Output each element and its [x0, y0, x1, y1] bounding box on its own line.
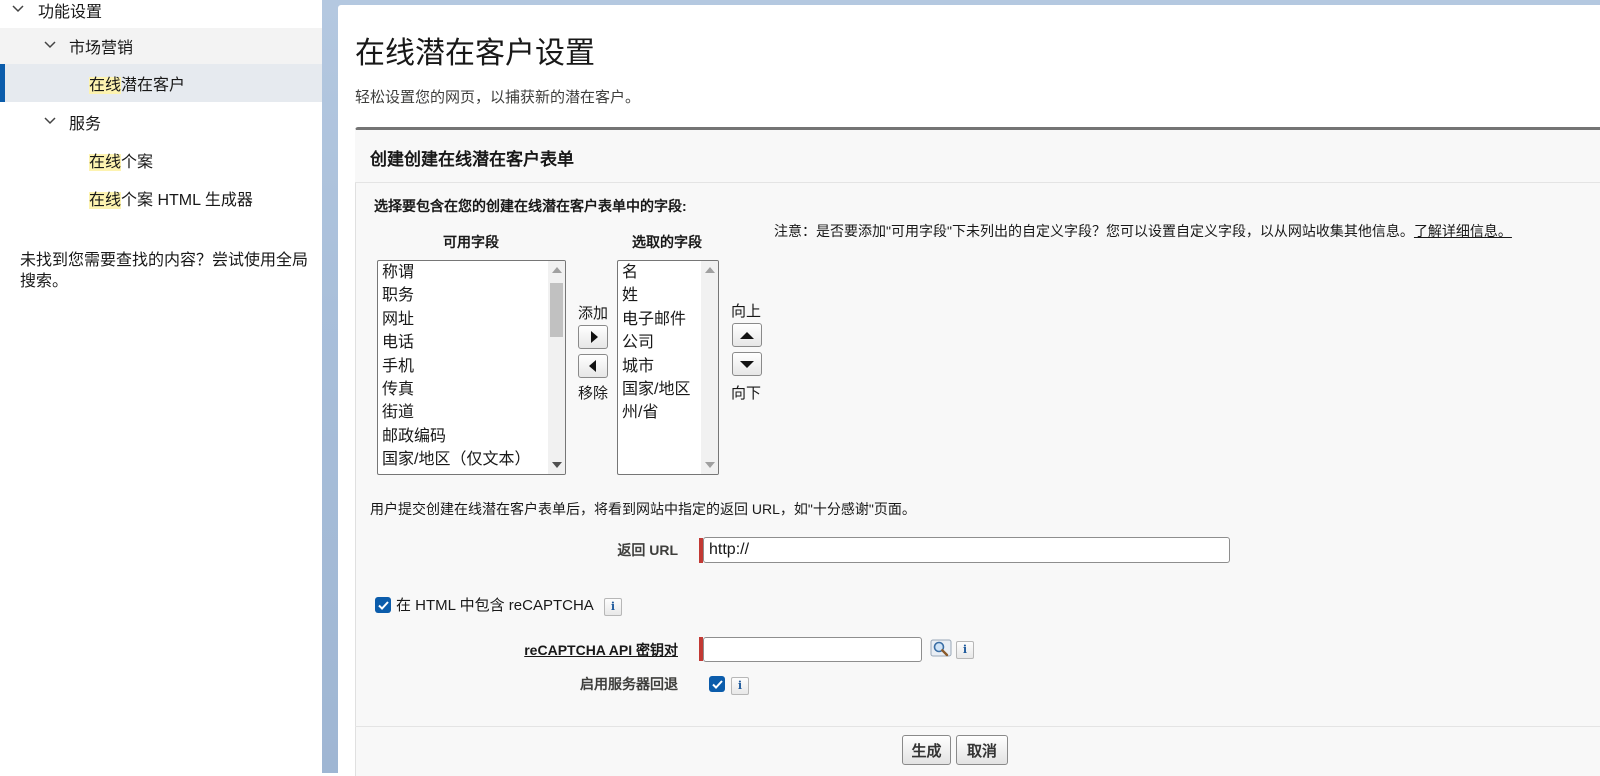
- server-fallback-label: 启用服务器回退: [580, 676, 678, 692]
- selected-indicator: [0, 64, 5, 102]
- tree-item-label: 在线个案 HTML 生成器: [89, 186, 253, 210]
- move-down-button[interactable]: [732, 352, 762, 376]
- caret-down-icon: [740, 360, 754, 368]
- label-rest: 个案: [121, 154, 154, 171]
- tree-item-marketing[interactable]: 市场营销: [0, 28, 322, 64]
- learn-more-link[interactable]: 了解详细信息。: [1414, 223, 1512, 239]
- fields-instruction: 选择要包含在您的创建在线潜在客户表单中的字段:: [374, 198, 687, 214]
- tree-item-web-to-case-html[interactable]: 在线个案 HTML 生成器: [0, 180, 322, 216]
- list-option[interactable]: 称谓: [378, 261, 565, 284]
- tree-item-label: 功能设置: [38, 4, 103, 21]
- page-subtitle: 轻松设置您的网页，以捕获新的潜在客户。: [355, 89, 641, 106]
- scrollbar[interactable]: [701, 261, 718, 474]
- custom-field-note: 注意：是否要添加"可用字段"下未列出的自定义字段？您可以设置自定义字段，以从网站…: [774, 221, 1512, 241]
- search-highlight: 在线: [89, 154, 122, 171]
- tree-item-label: 在线个案: [89, 148, 153, 172]
- scrollbar[interactable]: [548, 261, 565, 474]
- caret-right-icon: [590, 331, 598, 343]
- chevron-down-icon[interactable]: [44, 117, 56, 127]
- info-icon[interactable]: i: [956, 641, 974, 659]
- list-option[interactable]: 电话: [378, 331, 565, 354]
- no-result-text: 未找到您需要查找的内容？尝试使用全局搜索。: [20, 252, 309, 290]
- remove-label: 移除: [578, 385, 609, 402]
- lookup-icon[interactable]: [930, 638, 952, 658]
- remove-button[interactable]: [578, 354, 608, 378]
- chevron-down-icon[interactable]: [44, 41, 56, 51]
- scroll-up-icon[interactable]: [705, 267, 715, 273]
- selected-fields-list[interactable]: 名姓电子邮件 公司 城市 国家/地区 州/省: [617, 260, 719, 475]
- tree-item-label: 服务: [69, 116, 102, 133]
- scroll-thumb[interactable]: [550, 283, 563, 337]
- checkmark-icon: [711, 679, 723, 689]
- move-up-button[interactable]: [732, 323, 762, 347]
- tree-item-feature-settings[interactable]: 功能设置: [0, 0, 322, 28]
- tree-item-label: 市场营销: [69, 40, 134, 57]
- label-rest: 个案 HTML 生成器: [121, 192, 253, 209]
- list-option[interactable]: 职务: [378, 284, 565, 307]
- list-option[interactable]: 街道: [378, 401, 565, 424]
- server-fallback-checkbox[interactable]: [709, 676, 725, 692]
- caret-left-icon: [588, 360, 596, 372]
- tree-item-web-to-lead[interactable]: 在线潜在客户: [0, 64, 322, 102]
- list-option[interactable]: 网址: [378, 308, 565, 331]
- return-url-label: 返回 URL: [617, 542, 678, 558]
- scroll-down-icon[interactable]: [705, 462, 715, 468]
- page-title: 在线潜在客户设置: [355, 37, 595, 70]
- add-label: 添加: [578, 305, 609, 322]
- list-option[interactable]: 手机: [378, 355, 565, 378]
- add-button[interactable]: [578, 325, 608, 349]
- search-highlight: 在线: [89, 192, 122, 209]
- search-highlight: 在线: [89, 77, 122, 94]
- recaptcha-checkbox[interactable]: [375, 597, 391, 613]
- info-icon[interactable]: i: [604, 598, 622, 616]
- setup-sidebar: 功能设置 市场营销 在线潜在客户 服务 在线个案 在线个案 HTML 生成器 未…: [0, 0, 322, 773]
- move-up-label: 向上: [731, 303, 762, 320]
- footer-divider: [355, 726, 1600, 727]
- caret-up-icon: [740, 331, 754, 339]
- list-option[interactable]: 传真: [378, 378, 565, 401]
- panel-title: 创建创建在线潜在客户表单: [370, 150, 574, 169]
- move-down-label: 向下: [731, 385, 762, 402]
- available-fields-list[interactable]: 称谓 职务 网址 电话 手机 传真 街道 邮政编码 国家/地区（仅文本）: [377, 260, 566, 475]
- list-option[interactable]: 国家/地区（仅文本）: [378, 448, 565, 471]
- return-url-input[interactable]: [703, 537, 1230, 563]
- available-fields-header: 可用字段: [443, 234, 499, 250]
- api-key-input[interactable]: [703, 637, 922, 662]
- scroll-up-icon[interactable]: [552, 267, 562, 273]
- cancel-button[interactable]: 取消: [956, 735, 1008, 765]
- return-url-note: 用户提交创建在线潜在客户表单后，将看到网站中指定的返回 URL，如"十分感谢"页…: [370, 501, 916, 517]
- label-rest: 潜在客户: [121, 77, 186, 94]
- list-option[interactable]: 邮政编码: [378, 425, 565, 448]
- selected-fields-header: 选取的字段: [632, 234, 702, 250]
- chevron-down-icon[interactable]: [12, 5, 24, 15]
- checkmark-icon: [377, 600, 389, 610]
- scroll-down-icon[interactable]: [552, 462, 562, 468]
- note-text: 注意：是否要添加"可用字段"下未列出的自定义字段？您可以设置自定义字段，以从网站…: [774, 223, 1414, 239]
- tree-item-service[interactable]: 服务: [0, 104, 322, 140]
- tree-item-web-to-case[interactable]: 在线个案: [0, 142, 322, 178]
- info-icon[interactable]: i: [731, 677, 749, 695]
- tree-item-label: 在线潜在客户: [89, 71, 185, 95]
- recaptcha-label: 在 HTML 中包含 reCAPTCHA: [396, 597, 594, 614]
- generate-button[interactable]: 生成: [902, 735, 951, 765]
- api-key-label[interactable]: reCAPTCHA API 密钥对: [500, 640, 678, 660]
